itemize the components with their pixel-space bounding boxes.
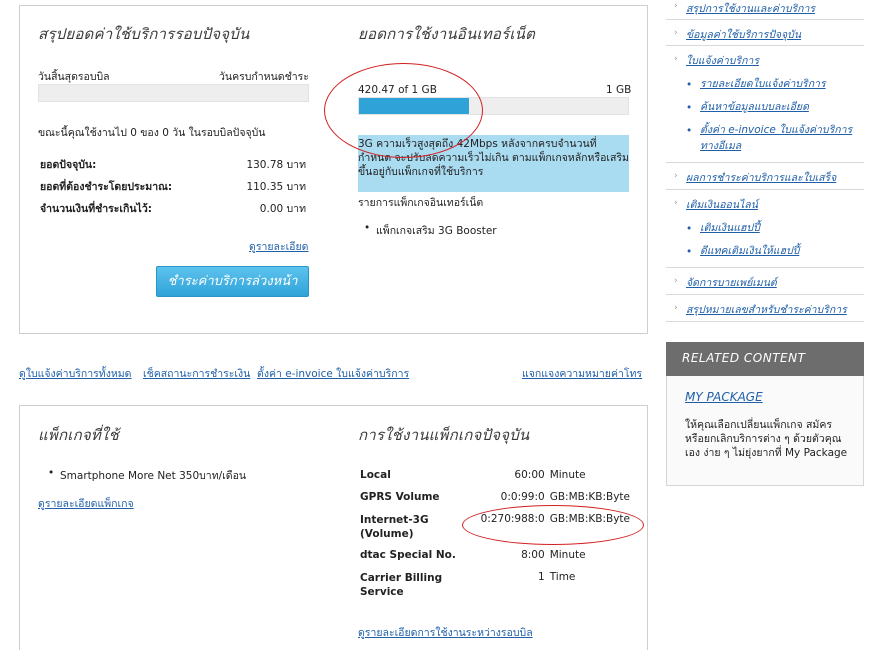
sidebar-nav: › สรุปการใช้งานและค่าบริการ › ข้อมูลค่าใ… [666, 0, 864, 322]
usage-unit: GB:MB:KB:Byte [549, 513, 630, 525]
usage-label: Carrier Billing Service [360, 572, 443, 598]
current-usage-table: Local 60:00 Minute GPRS Volume 0:0:99:0 … [360, 469, 630, 603]
table-row: Carrier Billing Service 1 Time [360, 571, 630, 603]
chevron-right-icon: › [674, 302, 678, 313]
internet-package-item: แพ็กเกจเสริม 3G Booster [364, 222, 497, 239]
sidebar-subitem-label[interactable]: รายละเอียดใบแจ้งค่าบริการ [700, 78, 826, 90]
usage-value: 1 [538, 571, 545, 583]
sidebar-item-current-charges[interactable]: › ข้อมูลค่าใช้บริการปัจจุบัน [666, 20, 864, 46]
sidebar-item-label[interactable]: ผลการชำระค่าบริการและใบเสร็จ [686, 172, 836, 184]
current-amount-value: 130.78 บาท [246, 159, 306, 171]
sidebar-subitem-label[interactable]: ดีแทคเติมเงินให้แฮปปี้ [700, 245, 799, 257]
my-package-link[interactable]: MY PACKAGE [685, 390, 763, 404]
usage-label: Local [360, 469, 391, 481]
chevron-right-icon: › [674, 54, 678, 64]
sidebar-item-label[interactable]: เติมเงินออนไลน์ [686, 199, 758, 211]
internet-usage-text: 420.47 of 1 GB [358, 84, 437, 96]
internet-usage-bar [358, 97, 629, 115]
usage-details-link[interactable]: ดูรายละเอียดการใช้งานระหว่างรอบบิล [358, 624, 533, 641]
sidebar-item-label[interactable]: ใบแจ้งค่าบริการ [686, 55, 759, 67]
sidebar-item-label[interactable]: จัดการบายเพย์เมนต์ [686, 277, 777, 289]
einvoice-link[interactable]: ตั้งค่า e-invoice ใบแจ้งค่าบริการ [257, 365, 409, 382]
sidebar-item-label[interactable]: ข้อมูลค่าใช้บริการปัจจุบัน [686, 29, 801, 41]
sidebar-item-payments[interactable]: › ผลการชำระค่าบริการและใบเสร็จ [666, 163, 864, 191]
chevron-right-icon: › [674, 275, 678, 286]
sidebar-subitem-label[interactable]: ตั้งค่า e-invoice ใบแจ้งค่าบริการทางอีเม… [700, 124, 852, 153]
usage-unit: Time [549, 571, 576, 583]
table-row: Local 60:00 Minute [360, 469, 630, 491]
all-bills-link[interactable]: ดูใบแจ้งค่าบริการทั้งหมด [19, 365, 132, 382]
summary-details-link[interactable]: ดูรายละเอียด [249, 238, 308, 255]
usage-label: dtac Special No. [360, 549, 456, 561]
sidebar-subitem-label[interactable]: เติมเงินแฮปปี้ [700, 222, 760, 234]
usage-unit: Minute [549, 549, 586, 561]
current-amount-label: ยอดปัจจุบัน: [40, 159, 97, 171]
sidebar-subitem-dtac-topup[interactable]: • ดีแทคเติมเงินให้แฮปปี้ [666, 240, 864, 263]
usage-value: 0:0:99:0 [500, 491, 545, 503]
bullet-icon: • [686, 101, 693, 114]
package-title: แพ็กเกจที่ใช้ [38, 426, 119, 444]
table-row: GPRS Volume 0:0:99:0 GB:MB:KB:Byte [360, 491, 630, 513]
sidebar-item-label[interactable]: สรุปการใช้งานและค่าบริการ [686, 3, 815, 15]
call-meaning-link[interactable]: แจกแจงความหมายค่าโทร [522, 365, 642, 382]
package-item: Smartphone More Net 350บาท/เดือน [48, 467, 246, 484]
internet-usage-bar-fill [359, 98, 470, 114]
current-usage-title: การใช้งานแพ็กเกจปัจจุบัน [358, 426, 530, 444]
sidebar-subitem-bill-details[interactable]: • รายละเอียดใบแจ้งค่าบริการ [666, 73, 864, 96]
sidebar-item-bypayment[interactable]: › จัดการบายเพย์เมนต์ [666, 268, 864, 295]
related-content-body: MY PACKAGE ให้คุณเลือกเปลี่ยนแพ็กเกจ สมั… [666, 376, 864, 486]
sidebar-item-label[interactable]: สรุปหมายเลขสำหรับชำระค่าบริการ [686, 304, 847, 316]
sidebar-subitem-topup-happy[interactable]: • เติมเงินแฮปปี้ [666, 217, 864, 240]
cycle-end-label: วันสิ้นสุดรอบบิล [38, 71, 110, 83]
bullet-icon: • [686, 124, 693, 137]
sidebar-item-usage-summary[interactable]: › สรุปการใช้งานและค่าบริการ [666, 0, 864, 20]
usage-unit: GB:MB:KB:Byte [549, 491, 630, 503]
cycle-date-bar [38, 84, 309, 102]
usage-days-note: ขณะนี้คุณใช้งานไป 0 ของ 0 วัน ในรอบบิลปั… [38, 127, 266, 139]
usage-value: 0:270:988:0 [480, 513, 545, 525]
related-content-text: ให้คุณเลือกเปลี่ยนแพ็กเกจ สมัคร หรือยกเล… [685, 419, 848, 459]
package-list-label: รายการแพ็กเกจอินเทอร์เน็ต [358, 197, 484, 209]
billing-summary-title: สรุปยอดค่าใช้บริการรอบปัจจุบัน [38, 25, 250, 43]
sidebar-item-topup[interactable]: › เติมเงินออนไลน์ • เติมเงินแฮปปี้ • ดีแทค… [666, 190, 864, 268]
table-row: dtac Special No. 8:00 Minute [360, 549, 630, 571]
estimated-amount-value: 110.35 บาท [246, 181, 306, 193]
sidebar-item-bills[interactable]: › ใบแจ้งค่าบริการ • รายละเอียดใบแจ้งค่าบร… [666, 46, 864, 164]
due-date-label: วันครบกำหนดชำระ [219, 71, 309, 83]
overpaid-amount-value: 0.00 บาท [259, 203, 306, 215]
chevron-right-icon: › [674, 1, 678, 11]
bullet-icon: • [686, 79, 693, 91]
internet-description: 3G ความเร็วสูงสุดถึง 42Mbps หลังจากครบจำ… [358, 138, 629, 178]
sidebar-item-payment-numbers[interactable]: › สรุปหมายเลขสำหรับชำระค่าบริการ [666, 295, 864, 322]
prepay-button[interactable]: ชำระค่าบริการล่วงหน้า [156, 266, 309, 297]
bullet-icon: • [686, 223, 693, 236]
overpaid-amount-label: จำนวนเงินที่ชำระเกินไว้: [40, 203, 152, 215]
internet-usage-title: ยอดการใช้งานอินเทอร์เน็ต [358, 25, 536, 43]
package-details-link[interactable]: ดูรายละเอียดแพ็กเกจ [38, 495, 134, 512]
table-row: Internet-3G (Volume) 0:270:988:0 GB:MB:K… [360, 513, 630, 549]
usage-unit: Minute [549, 469, 586, 481]
usage-label: Internet-3G (Volume) [360, 514, 429, 540]
usage-value: 60:00 [514, 469, 545, 481]
sidebar-subitem-einvoice[interactable]: • ตั้งค่า e-invoice ใบแจ้งค่าบริการทางอีเ… [666, 119, 864, 159]
bullet-icon: • [686, 245, 693, 258]
chevron-right-icon: › [674, 171, 678, 182]
usage-value: 8:00 [521, 549, 545, 561]
chevron-right-icon: › [674, 28, 678, 38]
sidebar-subitem-label[interactable]: ค้นหาข้อมูลแบบละเอียด [700, 101, 809, 113]
chevron-right-icon: › [674, 198, 678, 209]
estimated-amount-label: ยอดที่ต้องชำระโดยประมาณ: [40, 181, 173, 193]
related-content-header: RELATED CONTENT [666, 342, 864, 376]
sidebar-subitem-search[interactable]: • ค้นหาข้อมูลแบบละเอียด [666, 96, 864, 119]
internet-limit-text: 1 GB [606, 84, 632, 96]
payment-status-link[interactable]: เช็คสถานะการชำระเงิน [143, 365, 250, 382]
usage-label: GPRS Volume [360, 491, 440, 503]
